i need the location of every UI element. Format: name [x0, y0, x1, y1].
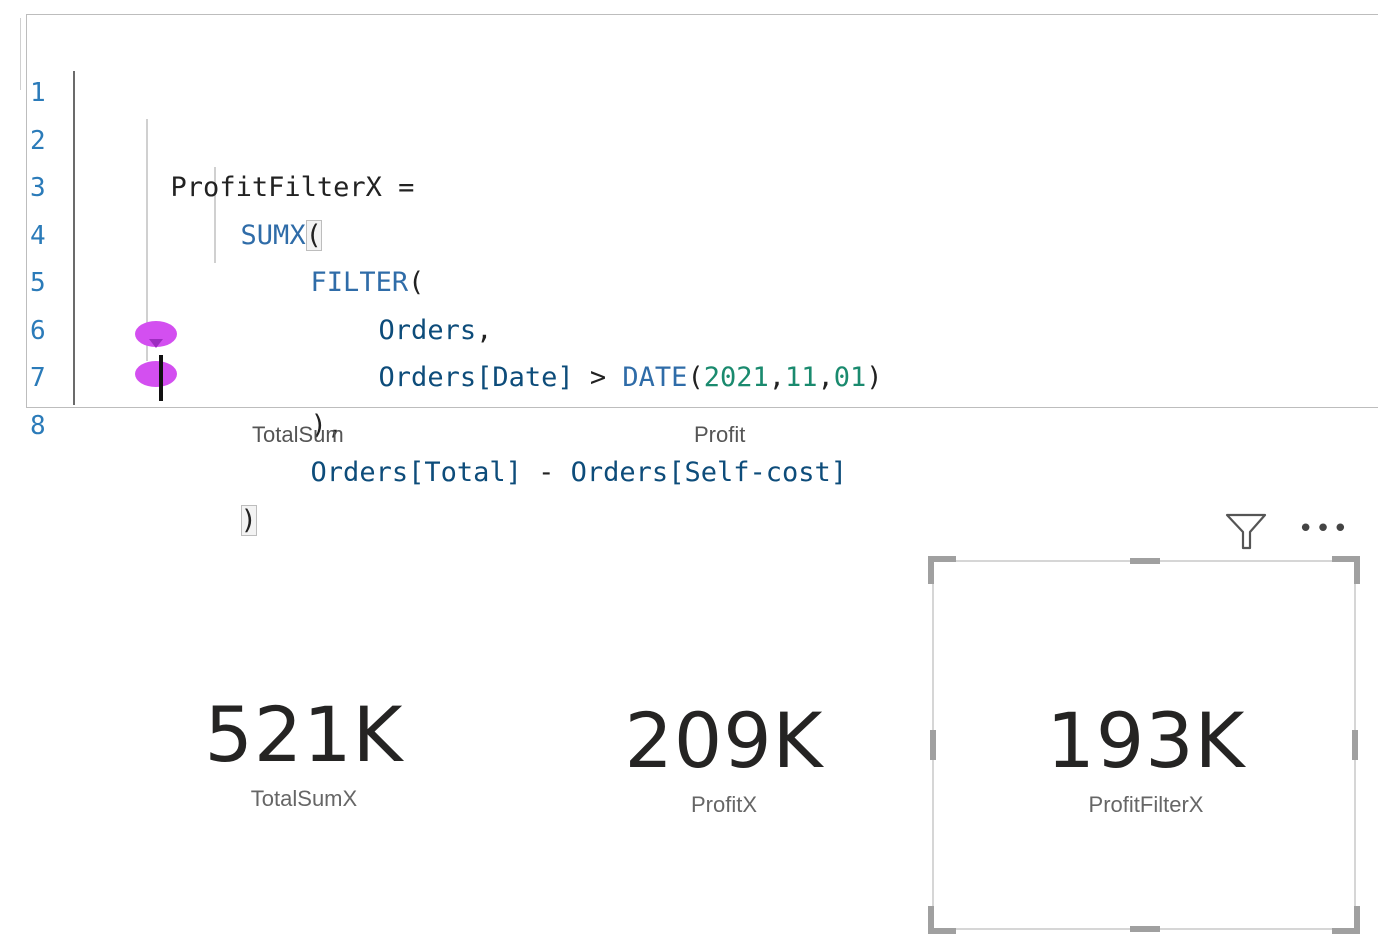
more-options-icon[interactable]: •••: [1298, 514, 1350, 544]
filter-icon[interactable]: [1224, 512, 1268, 552]
resize-handle[interactable]: [928, 906, 956, 934]
code-line-7[interactable]: 7 Orders[Total] - Orders[Self-cost]: [27, 308, 1378, 488]
resize-handle[interactable]: [930, 730, 936, 760]
column-orders-total: Orders[Total]: [310, 457, 522, 488]
resize-handle[interactable]: [928, 556, 956, 584]
resize-handle[interactable]: [1332, 906, 1360, 934]
code-line-4[interactable]: 4 Orders,: [27, 166, 1378, 346]
matched-bracket: ): [240, 505, 257, 536]
code-line-8[interactable]: 8 ): [27, 356, 1378, 536]
visual-title-profit: Profit: [694, 422, 746, 447]
resize-handle[interactable]: [1332, 556, 1360, 584]
editor-edge-mark: [14, 18, 21, 90]
card-visual-profitfilterx[interactable]: 193K ProfitFilterX: [928, 556, 1360, 934]
card-value: 193K: [1046, 696, 1246, 785]
card-label: TotalSumX: [250, 786, 358, 811]
resize-handle[interactable]: [1352, 730, 1358, 760]
cursor-pin-icon: [135, 321, 177, 348]
text-cursor: [159, 355, 163, 401]
card-label: ProfitFilterX: [1088, 792, 1204, 817]
column-orders-self-cost: Orders[Self-cost]: [570, 457, 847, 488]
code-line-3[interactable]: 3 FILTER(: [27, 118, 1378, 298]
card-value: 521K: [204, 690, 404, 779]
cursor-pin-icon: [135, 361, 177, 387]
resize-handle[interactable]: [1130, 558, 1160, 564]
visual-title-totalsum: TotalSum: [252, 422, 344, 447]
card-value: 209K: [624, 696, 824, 785]
code-line-6[interactable]: 6 ),: [27, 261, 1378, 441]
dax-formula-editor[interactable]: 1 ProfitFilterX = 2 SUMX( 3 FILTER( 4 Or…: [26, 14, 1378, 536]
resize-handle[interactable]: [1130, 926, 1160, 932]
line-number: 8: [30, 411, 46, 441]
code-line-5[interactable]: 5 Orders[Date] > DATE(2021,11,01): [27, 213, 1378, 393]
code-line-2[interactable]: 2 SUMX(: [27, 71, 1378, 251]
card-label: ProfitX: [690, 792, 758, 817]
code-line-1[interactable]: 1 ProfitFilterX =: [27, 23, 1378, 203]
